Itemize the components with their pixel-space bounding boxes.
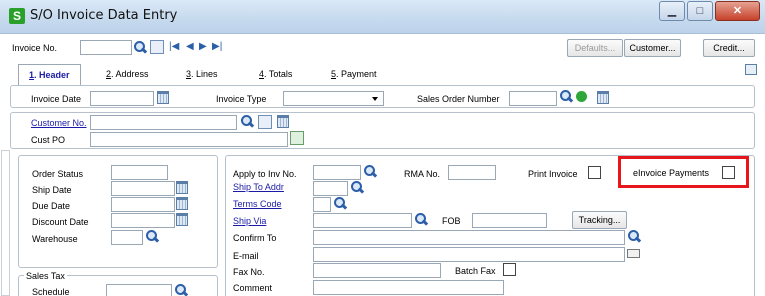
warehouse-lookup-icon[interactable] — [145, 229, 159, 243]
invoice-no-label: Invoice No. — [12, 43, 58, 53]
rma-no-label: RMA No. — [404, 169, 441, 179]
next-record-icon[interactable]: ▶ — [199, 41, 207, 53]
tab-totals[interactable]: 4. Totals — [259, 64, 292, 86]
maximize-button[interactable]: □ — [687, 1, 713, 21]
order-status-label: Order Status — [32, 169, 84, 179]
schedule-label: Schedule — [32, 287, 70, 296]
credit-button[interactable]: Credit... — [703, 39, 755, 57]
ship-via-link[interactable]: Ship Via — [233, 216, 266, 226]
previous-record-icon[interactable]: ◀ — [186, 41, 194, 53]
apply-to-inv-label: Apply to Inv No. — [233, 169, 297, 179]
ship-date-calendar-icon[interactable] — [176, 181, 188, 194]
invoice-type-label: Invoice Type — [216, 94, 267, 104]
terms-code-lookup-icon[interactable] — [333, 196, 347, 210]
terms-code-link[interactable]: Terms Code — [233, 199, 282, 209]
einvoice-payments-label: eInvoice Payments — [633, 168, 710, 178]
chevron-down-icon — [372, 97, 378, 101]
close-button[interactable]: ✕ — [715, 1, 760, 21]
ship-to-addr-input[interactable] — [313, 181, 348, 196]
maximize-icon: □ — [696, 5, 704, 17]
invoice-no-input[interactable] — [80, 40, 132, 55]
minimize-button[interactable]: ▁ — [659, 1, 685, 21]
rma-no-input[interactable] — [448, 165, 496, 180]
due-date-calendar-icon[interactable] — [176, 197, 188, 210]
tracking-button[interactable]: Tracking... — [572, 211, 627, 229]
ship-to-addr-link[interactable]: Ship To Addr — [233, 182, 284, 192]
ship-date-input[interactable] — [111, 181, 175, 196]
print-invoice-checkbox[interactable] — [588, 166, 601, 179]
tab-payment[interactable]: 5. Payment — [331, 64, 377, 86]
customer-button[interactable]: Customer... — [624, 39, 681, 57]
customer-lookup-icon[interactable] — [240, 114, 254, 128]
sales-order-number-input[interactable] — [509, 91, 557, 106]
tab-header[interactable]: 1. Header — [18, 64, 81, 86]
defaults-button[interactable]: Defaults... — [567, 39, 623, 57]
apply-to-inv-input[interactable] — [313, 165, 361, 180]
batch-fax-checkbox[interactable] — [503, 263, 516, 276]
cust-po-label: Cust PO — [31, 135, 66, 145]
minimize-icon: ▁ — [667, 5, 677, 17]
tab-address[interactable]: 2. Address — [106, 64, 149, 86]
comment-label: Comment — [233, 283, 273, 293]
left-edge — [1, 150, 10, 296]
ship-via-input[interactable] — [313, 213, 412, 228]
customer-new-icon[interactable] — [258, 115, 272, 129]
customer-no-input[interactable] — [90, 115, 237, 130]
discount-date-calendar-icon[interactable] — [176, 213, 188, 226]
discount-date-input[interactable] — [111, 213, 175, 228]
batch-fax-label: Batch Fax — [455, 266, 496, 276]
confirm-to-lookup-icon[interactable] — [627, 229, 641, 243]
schedule-input[interactable] — [106, 284, 172, 296]
invoice-lookup-icon[interactable] — [133, 40, 147, 54]
ship-date-label: Ship Date — [32, 185, 72, 195]
tab-strip: 1. Header 2. Address 3. Lines 4. Totals … — [10, 64, 755, 86]
sales-order-lookup-icon[interactable] — [559, 89, 573, 103]
email-input[interactable] — [313, 247, 625, 262]
sales-order-number-label: Sales Order Number — [417, 94, 500, 104]
invoice-date-input[interactable] — [90, 91, 154, 106]
invoice-date-label: Invoice Date — [31, 94, 82, 104]
invoice-type-select[interactable] — [283, 91, 384, 106]
envelope-icon[interactable] — [627, 249, 640, 258]
print-icon[interactable] — [745, 64, 757, 75]
apply-to-inv-lookup-icon[interactable] — [363, 164, 377, 178]
sales-order-calendar-icon[interactable] — [597, 91, 609, 104]
calendar-icon[interactable] — [157, 91, 169, 104]
einvoice-payments-checkbox[interactable] — [722, 166, 735, 179]
fax-no-label: Fax No. — [233, 267, 265, 277]
warehouse-input[interactable] — [111, 230, 143, 245]
close-icon: ✕ — [732, 5, 743, 17]
ship-to-addr-lookup-icon[interactable] — [350, 180, 364, 194]
invoice-new-icon[interactable] — [150, 40, 164, 54]
first-record-icon[interactable]: |◀ — [169, 41, 179, 53]
due-date-input[interactable] — [111, 197, 175, 212]
sales-tax-label: Sales Tax — [24, 271, 67, 281]
last-record-icon[interactable]: ▶| — [212, 41, 222, 53]
ship-via-lookup-icon[interactable] — [414, 212, 428, 226]
due-date-label: Due Date — [32, 201, 71, 211]
cust-po-lookup-icon[interactable] — [290, 131, 304, 145]
customer-list-icon[interactable] — [277, 115, 289, 128]
add-icon[interactable] — [576, 91, 587, 102]
schedule-lookup-icon[interactable] — [174, 283, 188, 296]
terms-code-input[interactable] — [313, 197, 331, 212]
window-title: S/O Invoice Data Entry — [30, 8, 178, 23]
fob-input[interactable] — [472, 213, 547, 228]
fob-label: FOB — [442, 216, 461, 226]
confirm-to-label: Confirm To — [233, 233, 277, 243]
warehouse-label: Warehouse — [32, 234, 78, 244]
app-logo-icon: S — [9, 8, 25, 24]
email-label: E-mail — [233, 251, 259, 261]
customer-no-link[interactable]: Customer No. — [31, 118, 87, 128]
fax-no-input[interactable] — [313, 263, 441, 278]
confirm-to-input[interactable] — [313, 230, 625, 245]
cust-po-input[interactable] — [90, 132, 288, 147]
discount-date-label: Discount Date — [32, 217, 89, 227]
tab-lines[interactable]: 3. Lines — [186, 64, 218, 86]
print-invoice-label: Print Invoice — [528, 169, 578, 179]
comment-input[interactable] — [313, 280, 504, 295]
order-status-input[interactable] — [111, 165, 168, 180]
